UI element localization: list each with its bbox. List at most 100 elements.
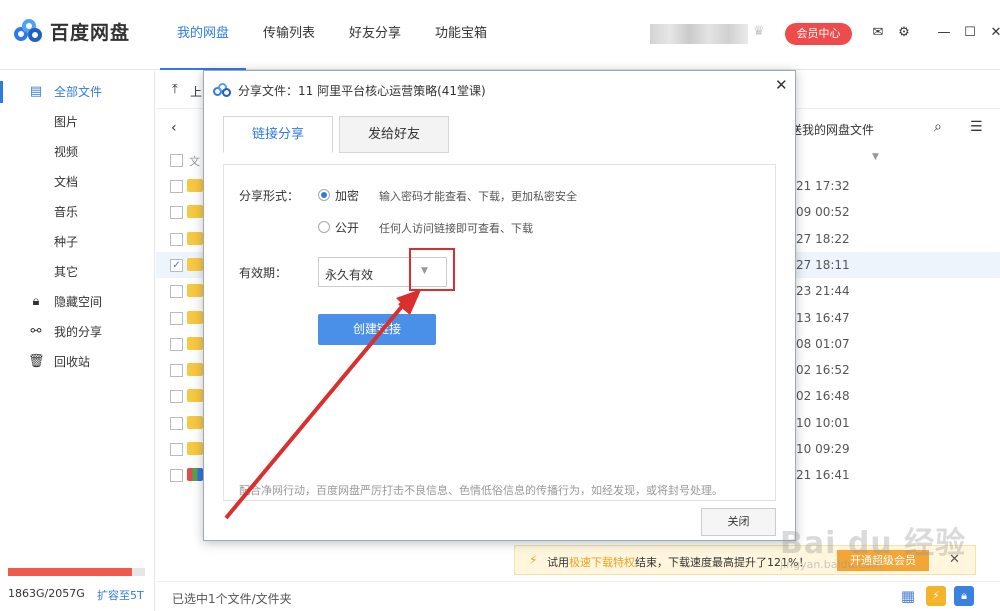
option-encrypted-desc: 输入密码才能查看、下载，更加私密安全 xyxy=(379,190,577,203)
folder-icon xyxy=(187,310,203,324)
row-modified-time: 10 09:29 xyxy=(796,442,850,456)
sidebar-item-label: 种子 xyxy=(54,235,79,249)
nav-toolbox[interactable]: 功能宝箱 xyxy=(418,0,504,70)
row-checkbox[interactable] xyxy=(170,469,183,483)
window-controls: ✉ ⚙ — ☐ ✕ xyxy=(870,24,1000,42)
row-checkbox[interactable]: ✓ xyxy=(170,258,183,272)
row-checkbox[interactable] xyxy=(170,416,183,430)
row-checkbox[interactable] xyxy=(170,206,183,220)
row-checkbox[interactable] xyxy=(170,364,183,378)
row-modified-time: 08 01:07 xyxy=(796,336,850,351)
cloud-logo-icon xyxy=(14,18,44,45)
crown-icon: ♛ xyxy=(753,24,765,39)
archive-icon xyxy=(187,468,203,482)
nav-my-disk[interactable]: 我的网盘 xyxy=(160,0,247,70)
sort-dropdown-icon[interactable]: ▼ xyxy=(872,152,879,162)
selection-status: 已选中1个文件/文件夹 xyxy=(172,592,292,606)
folder-icon xyxy=(187,284,203,298)
storage-quota-fill xyxy=(8,568,132,576)
cloud-logo-icon xyxy=(213,83,233,97)
share-icon: ⚯ xyxy=(30,324,42,339)
minimize-icon[interactable]: — xyxy=(936,24,952,42)
tab-link-share[interactable]: 链接分享 xyxy=(223,116,333,153)
username-blurred[interactable] xyxy=(650,24,748,44)
row-modified-time: 09 00:52 xyxy=(796,205,850,220)
row-checkbox[interactable] xyxy=(170,443,183,456)
row-modified-time: 02 16:52 xyxy=(796,363,850,378)
tip-suffix: 结束，下载速度最高提升了121%！ xyxy=(635,556,810,569)
vip-center-button[interactable]: 会员中心 xyxy=(785,23,852,45)
sidebar-item-label: 音乐 xyxy=(54,205,79,219)
option-public-label[interactable]: 公开 xyxy=(335,219,359,236)
row-modified-time: 27 18:11 xyxy=(796,257,850,272)
trash-icon: 🗑︎ xyxy=(28,354,45,369)
sidebar-item-label: 文档 xyxy=(54,175,79,189)
select-all-checkbox[interactable] xyxy=(170,154,183,167)
sidebar-item-recycle-bin[interactable]: 🗑︎ 回收站 xyxy=(0,347,154,377)
app-title: 百度网盘 xyxy=(50,22,131,44)
list-view-icon[interactable]: ☰ xyxy=(970,119,983,135)
row-modified-time: 02 16:48 xyxy=(796,389,850,404)
policy-notice: 配合净网行动，百度网盘严厉打击不良信息、色情低俗信息的传播行为，如经发现，或将封… xyxy=(239,484,723,497)
dialog-close-icon[interactable]: ✕ xyxy=(775,76,788,94)
storage-quota-text: 1863G/2057G xyxy=(8,587,85,600)
tip-close-icon[interactable]: ✕ xyxy=(949,552,960,567)
tip-prefix: 试用 xyxy=(547,556,569,569)
mail-icon[interactable]: ✉ xyxy=(870,24,886,42)
sidebar-item-images[interactable]: 图片 xyxy=(0,107,154,137)
tab-send-to-friend[interactable]: 发给好友 xyxy=(339,116,449,153)
sidebar-item-label: 隐藏空间 xyxy=(54,295,103,309)
tip-highlight-link[interactable]: 极速下载特权 xyxy=(569,556,635,569)
row-checkbox[interactable] xyxy=(170,311,183,325)
sidebar-item-videos[interactable]: 视频 xyxy=(0,137,154,167)
sidebar-item-my-shares[interactable]: ⚯ 我的分享 xyxy=(0,317,154,347)
path-text: 送我的网盘文件 xyxy=(790,123,875,137)
boost-icon[interactable]: ⚡ xyxy=(926,586,946,606)
radio-encrypted[interactable] xyxy=(318,189,330,201)
row-checkbox[interactable] xyxy=(170,285,183,299)
main-nav: 我的网盘 传输列表 好友分享 功能宝箱 xyxy=(160,0,504,70)
search-icon[interactable]: ⌕ xyxy=(934,119,942,135)
storage-quota-bar xyxy=(8,568,145,576)
nav-transfer-list[interactable]: 传输列表 xyxy=(246,0,332,70)
open-super-vip-button[interactable]: 开通超级会员 xyxy=(837,550,929,571)
row-checkbox[interactable] xyxy=(170,232,183,246)
expand-storage-link[interactable]: 扩容至5T xyxy=(97,587,144,603)
sidebar-item-other[interactable]: 其它 xyxy=(0,257,154,287)
sidebar-item-docs[interactable]: 文档 xyxy=(0,167,154,197)
sidebar-item-label: 全部文件 xyxy=(54,85,103,99)
row-modified-time: 13 16:47 xyxy=(796,310,850,325)
option-public-desc: 任何人访问链接即可查看、下载 xyxy=(379,222,533,235)
create-link-button[interactable]: 创建链接 xyxy=(318,314,436,345)
close-icon[interactable]: ✕ xyxy=(988,24,1000,42)
grid-apps-icon[interactable]: ▦ xyxy=(898,586,918,606)
upload-icon[interactable]: ⤒ xyxy=(172,82,178,97)
column-header-filename[interactable]: 文 xyxy=(189,153,200,169)
sidebar-item-hidden-space[interactable]: 🔒︎ 隐藏空间 xyxy=(0,287,154,317)
document-icon: ▤ xyxy=(29,84,43,99)
back-arrow-icon[interactable]: ‹ xyxy=(171,120,177,136)
row-checkbox[interactable] xyxy=(170,390,183,404)
sidebar-item-label: 图片 xyxy=(54,115,79,129)
folder-icon xyxy=(187,205,203,219)
app-logo[interactable]: 百度网盘 xyxy=(14,18,130,45)
row-modified-time: 27 18:22 xyxy=(796,231,850,246)
sidebar-item-label: 回收站 xyxy=(54,355,91,369)
row-checkbox[interactable] xyxy=(170,337,183,351)
option-encrypted-label[interactable]: 加密 xyxy=(335,187,359,204)
gear-icon[interactable]: ⚙ xyxy=(896,24,912,42)
dialog-close-button[interactable]: 关闭 xyxy=(701,508,776,536)
folder-icon xyxy=(187,415,203,429)
maximize-icon[interactable]: ☐ xyxy=(962,24,978,42)
sidebar-item-torrents[interactable]: 种子 xyxy=(0,227,154,257)
row-modified-time: 10 10:01 xyxy=(796,415,850,430)
sidebar-item-music[interactable]: 音乐 xyxy=(0,197,154,227)
nav-friend-share[interactable]: 好友分享 xyxy=(332,0,418,70)
radio-public[interactable] xyxy=(318,221,330,233)
safe-box-icon[interactable]: 🔒︎ xyxy=(954,586,974,606)
row-modified-time: 23 21:44 xyxy=(796,284,850,299)
sidebar-item-all-files[interactable]: ▤ 全部文件 xyxy=(0,77,154,107)
bottom-icons: ▦ ⚡ 🔒︎ xyxy=(898,586,974,606)
row-checkbox[interactable] xyxy=(170,180,183,193)
upload-button[interactable]: 上 xyxy=(190,83,202,100)
